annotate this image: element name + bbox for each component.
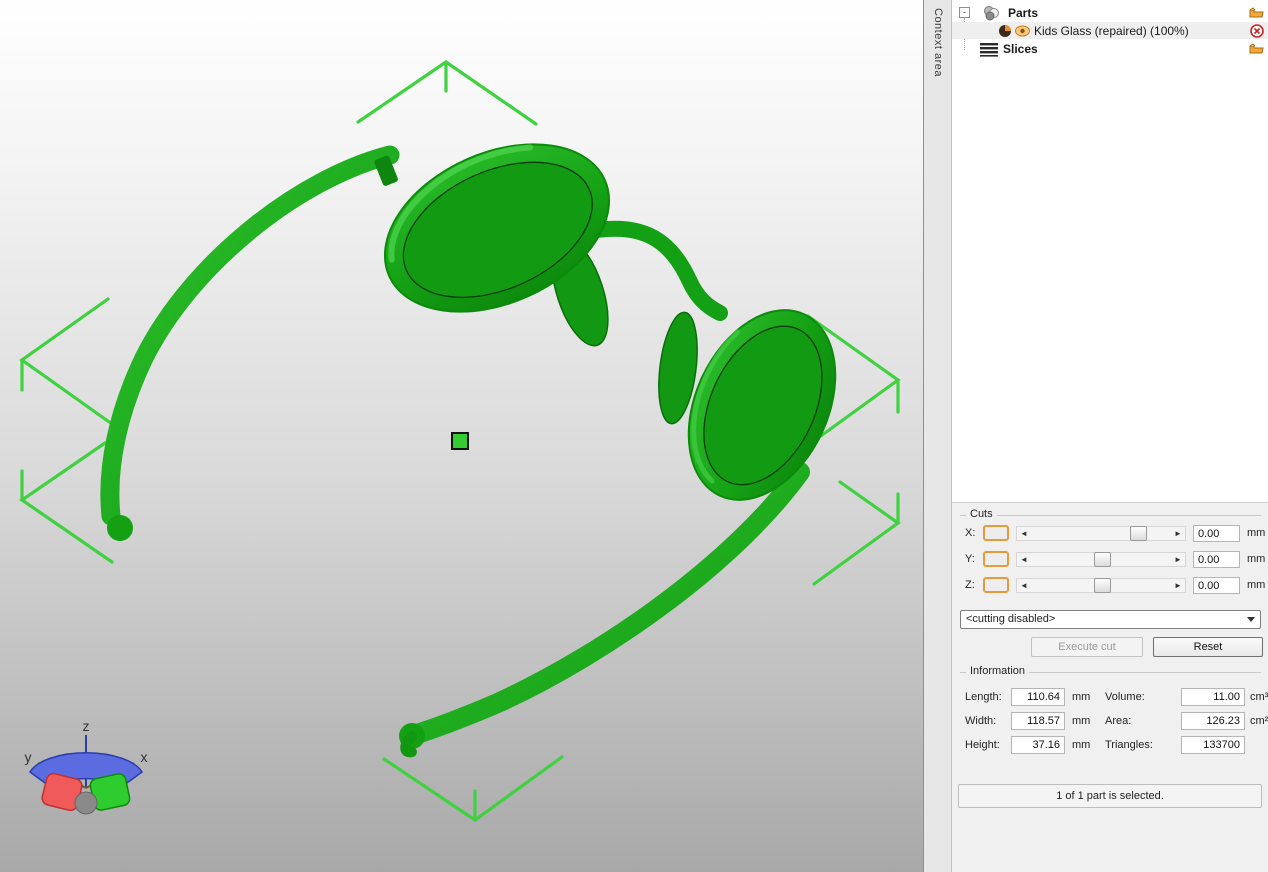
x-slider-thumb[interactable] xyxy=(1130,526,1147,541)
cutting-mode-dropdown[interactable]: <cutting disabled> xyxy=(960,610,1261,629)
slider-left-arrow[interactable]: ◄ xyxy=(1017,579,1031,592)
part-sphere-icon xyxy=(998,24,1012,41)
context-area-tab[interactable]: Context area xyxy=(923,0,952,872)
z-slider-thumb[interactable] xyxy=(1094,578,1111,593)
tree-row-slices[interactable]: Slices xyxy=(952,40,1268,57)
side-panel: - Parts Kids Glass (repaired) (100%) Sli… xyxy=(952,0,1268,872)
selection-status-text: 1 of 1 part is selected. xyxy=(1056,790,1164,802)
information-title: Information xyxy=(966,665,1030,677)
parts-tree: - Parts Kids Glass (repaired) (100%) Sli… xyxy=(952,0,1268,503)
visibility-eye-icon[interactable] xyxy=(1015,25,1030,40)
height-label: Height: xyxy=(965,739,1000,751)
triangles-value[interactable] xyxy=(1181,736,1245,754)
tree-row-parts[interactable]: - Parts xyxy=(952,4,1268,21)
area-label: Area: xyxy=(1105,715,1132,727)
y-axis-cut-label: Y: xyxy=(965,553,975,565)
pivot-marker xyxy=(451,432,469,450)
x-axis-label: x xyxy=(141,749,148,765)
slider-right-arrow[interactable]: ► xyxy=(1171,579,1185,592)
right-temple-arm xyxy=(410,462,810,743)
x-cut-unit: mm xyxy=(1247,527,1266,539)
delete-part-icon[interactable] xyxy=(1250,24,1264,41)
width-unit: mm xyxy=(1072,715,1091,727)
slider-left-arrow[interactable]: ◄ xyxy=(1017,553,1031,566)
slices-label: Slices xyxy=(1003,41,1038,56)
open-folder-icon[interactable] xyxy=(1249,6,1264,22)
cuts-title: Cuts xyxy=(966,508,997,520)
slider-right-arrow[interactable]: ► xyxy=(1171,527,1185,540)
z-cut-slider[interactable]: ◄ ► xyxy=(1016,578,1186,593)
x-cut-slider[interactable]: ◄ ► xyxy=(1016,526,1186,541)
gray-sphere xyxy=(74,791,98,815)
x-axis-cut-label: X: xyxy=(965,527,976,539)
right-temple-curl xyxy=(400,731,417,758)
information-group: Information Length: mm Volume: cm³ Width… xyxy=(960,665,1268,772)
cut-row-y: Y: ◄ ► mm xyxy=(960,551,1265,568)
parts-label: Parts xyxy=(1008,5,1039,20)
z-axis-label: z xyxy=(83,718,90,734)
selection-status-bar: 1 of 1 part is selected. xyxy=(958,784,1262,808)
chevron-down-icon xyxy=(1247,617,1255,622)
cuts-group: Cuts X: ◄ ► mm Y: ◄ ► xyxy=(960,508,1265,607)
part-item-label: Kids Glass (repaired) (100%) xyxy=(1034,23,1189,38)
height-value[interactable] xyxy=(1011,736,1065,754)
volume-label: Volume: xyxy=(1105,691,1145,703)
volume-unit: cm³ xyxy=(1250,691,1268,703)
collapse-icon[interactable]: - xyxy=(959,7,970,18)
viewport-3d[interactable]: z y x xyxy=(0,0,923,872)
volume-value[interactable] xyxy=(1181,688,1245,706)
x-cut-value-input[interactable] xyxy=(1193,525,1240,542)
y-cut-checkbox[interactable] xyxy=(983,551,1009,567)
tree-row-part-kids-glass[interactable]: Kids Glass (repaired) (100%) xyxy=(952,22,1268,39)
slider-left-arrow[interactable]: ◄ xyxy=(1017,527,1031,540)
info-row-1: Length: mm Volume: cm³ xyxy=(960,688,1268,706)
y-cut-slider[interactable]: ◄ ► xyxy=(1016,552,1186,567)
height-unit: mm xyxy=(1072,739,1091,751)
width-value[interactable] xyxy=(1011,712,1065,730)
area-unit: cm² xyxy=(1250,715,1268,727)
z-axis-cut-label: Z: xyxy=(965,579,975,591)
y-cut-unit: mm xyxy=(1247,553,1266,565)
length-label: Length: xyxy=(965,691,1002,703)
execute-cut-button[interactable]: Execute cut xyxy=(1031,637,1143,657)
z-cut-unit: mm xyxy=(1247,579,1266,591)
slices-icon xyxy=(979,42,999,60)
info-row-2: Width: mm Area: cm² xyxy=(960,712,1268,730)
width-label: Width: xyxy=(965,715,997,727)
triangles-label: Triangles: xyxy=(1105,739,1153,751)
context-area-label: Context area xyxy=(932,8,944,77)
area-value[interactable] xyxy=(1181,712,1245,730)
scene-canvas: z y x xyxy=(19,60,901,822)
model-kids-glasses[interactable] xyxy=(100,111,864,758)
left-temple-arm xyxy=(100,145,400,526)
controls-pane: Cuts X: ◄ ► mm Y: ◄ ► xyxy=(952,504,1268,872)
y-cut-value-input[interactable] xyxy=(1193,551,1240,568)
z-cut-value-input[interactable] xyxy=(1193,577,1240,594)
axis-orientation-widget: z y x xyxy=(25,718,148,815)
slider-right-arrow[interactable]: ► xyxy=(1171,553,1185,566)
length-unit: mm xyxy=(1072,691,1091,703)
length-value[interactable] xyxy=(1011,688,1065,706)
cut-row-x: X: ◄ ► mm xyxy=(960,525,1265,542)
x-cut-checkbox[interactable] xyxy=(983,525,1009,541)
y-axis-label: y xyxy=(25,749,32,765)
cutting-mode-value: <cutting disabled> xyxy=(966,613,1056,625)
reset-button[interactable]: Reset xyxy=(1153,637,1263,657)
left-temple-tip xyxy=(107,515,133,541)
open-slices-folder-icon[interactable] xyxy=(1249,42,1264,58)
info-row-3: Height: mm Triangles: xyxy=(960,736,1261,754)
y-slider-thumb[interactable] xyxy=(1094,552,1111,567)
cut-row-z: Z: ◄ ► mm xyxy=(960,577,1265,594)
z-cut-checkbox[interactable] xyxy=(983,577,1009,593)
